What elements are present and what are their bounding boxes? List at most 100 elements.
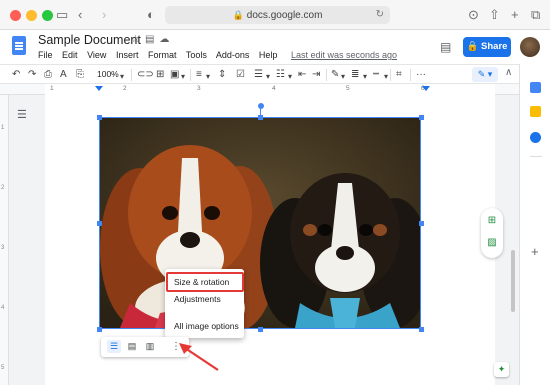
wrap-text-icon[interactable]: ▤ bbox=[125, 340, 139, 353]
keep-icon[interactable] bbox=[530, 106, 541, 117]
horizontal-ruler: 1 2 3 4 5 6 bbox=[0, 84, 519, 95]
docs-logo-icon[interactable] bbox=[12, 36, 26, 55]
editing-mode-button[interactable]: ✎ ▾ bbox=[472, 67, 498, 82]
zoom-window-button[interactable] bbox=[42, 10, 53, 21]
resize-handle-left[interactable] bbox=[97, 221, 102, 226]
border-color-chevron-icon[interactable]: ▾ bbox=[341, 70, 345, 84]
spellcheck-icon[interactable]: A bbox=[60, 68, 67, 82]
collapse-menus-icon[interactable]: ∧ bbox=[505, 67, 512, 78]
more-options-icon[interactable]: ··· bbox=[416, 68, 426, 82]
add-comment-float-icon[interactable]: ⊞ bbox=[486, 215, 498, 226]
vruler-tick: 1 bbox=[1, 125, 5, 131]
download-icon[interactable]: ⊙ bbox=[468, 7, 479, 23]
resize-handle-top-left[interactable] bbox=[97, 115, 102, 120]
resize-handle-top-right[interactable] bbox=[419, 115, 424, 120]
insert-image-icon[interactable]: ▣ bbox=[170, 68, 179, 82]
move-folder-icon[interactable]: ▤ bbox=[145, 34, 159, 45]
ruler-tick: 4 bbox=[272, 85, 276, 92]
zoom-select[interactable]: 100% bbox=[97, 69, 119, 79]
avatar[interactable] bbox=[520, 37, 540, 57]
menu-item-all-image-options[interactable]: All image options bbox=[165, 318, 244, 334]
numbered-list-icon[interactable]: ☷ bbox=[276, 68, 285, 82]
forward-icon[interactable]: › bbox=[102, 7, 106, 23]
redo-icon[interactable]: ↷ bbox=[28, 68, 36, 82]
checklist-icon[interactable]: ☑ bbox=[236, 68, 245, 82]
border-color-icon[interactable]: ✎ bbox=[331, 68, 339, 82]
inline-wrap-icon[interactable]: ☰ bbox=[107, 340, 121, 353]
suggest-edits-float-icon[interactable]: ▨ bbox=[486, 237, 498, 248]
tabs-overview-icon[interactable]: ⧉ bbox=[531, 7, 540, 23]
menu-edit[interactable]: Edit bbox=[62, 50, 78, 60]
menu-tools[interactable]: Tools bbox=[186, 50, 207, 60]
toolbar-divider bbox=[190, 69, 191, 81]
star-icon[interactable]: ☆ bbox=[131, 34, 145, 45]
menu-view[interactable]: View bbox=[87, 50, 106, 60]
close-window-button[interactable] bbox=[10, 10, 21, 21]
selected-image[interactable] bbox=[99, 117, 421, 329]
crop-icon[interactable]: ⌗ bbox=[396, 68, 402, 82]
align-icon[interactable]: ≡ bbox=[196, 68, 202, 82]
new-tab-icon[interactable]: + bbox=[511, 7, 519, 23]
resize-handle-top[interactable] bbox=[258, 115, 263, 120]
title-icons: ☆▤☁ bbox=[131, 34, 174, 45]
menu-help[interactable]: Help bbox=[259, 50, 278, 60]
toolbar-divider bbox=[131, 69, 132, 81]
align-chevron-down-icon[interactable]: ▾ bbox=[206, 70, 210, 84]
annotation-arrow bbox=[179, 343, 219, 371]
shield-icon[interactable]: ◐ bbox=[147, 7, 155, 23]
paint-format-icon[interactable]: ⎘ bbox=[76, 68, 84, 82]
last-edit-link[interactable]: Last edit was seconds ago bbox=[291, 50, 397, 60]
decrease-indent-icon[interactable]: ⇤ bbox=[298, 68, 306, 82]
increase-indent-icon[interactable]: ⇥ bbox=[312, 68, 320, 82]
floating-actions: ⊞ ▨ bbox=[481, 208, 503, 258]
bulleted-list-icon[interactable]: ☰ bbox=[254, 68, 263, 82]
vruler-tick: 3 bbox=[1, 245, 5, 251]
minimize-window-button[interactable] bbox=[26, 10, 37, 21]
vruler-tick: 4 bbox=[1, 305, 5, 311]
left-indent-marker[interactable] bbox=[95, 86, 103, 91]
border-weight-icon[interactable]: ≣ bbox=[351, 68, 359, 82]
break-text-icon[interactable]: ▥ bbox=[143, 340, 157, 353]
resize-handle-right[interactable] bbox=[419, 221, 424, 226]
document-title[interactable]: Sample Document bbox=[38, 33, 141, 47]
lock-share-icon: 🔒 bbox=[466, 41, 479, 52]
resize-handle-bottom[interactable] bbox=[258, 327, 263, 332]
explore-icon[interactable]: ✦ bbox=[494, 362, 509, 377]
zoom-chevron-down-icon[interactable]: ▾ bbox=[120, 70, 124, 84]
comments-icon[interactable]: ▤ bbox=[440, 40, 451, 54]
address-bar[interactable]: 🔒 docs.google.com ↻ bbox=[165, 6, 390, 24]
add-comment-icon[interactable]: ⊞ bbox=[156, 68, 164, 82]
menu-item-adjustments[interactable]: Adjustments bbox=[165, 291, 244, 307]
menu-file[interactable]: File bbox=[38, 50, 53, 60]
image-chevron-down-icon[interactable]: ▾ bbox=[181, 70, 185, 84]
docs-header: Sample Document ☆▤☁ File Edit View Inser… bbox=[0, 30, 550, 64]
tasks-icon[interactable] bbox=[530, 132, 541, 143]
resize-handle-bottom-left[interactable] bbox=[97, 327, 102, 332]
resize-handle-bottom-right[interactable] bbox=[419, 327, 424, 332]
back-icon[interactable]: ‹ bbox=[78, 7, 82, 23]
calendar-icon[interactable] bbox=[530, 82, 541, 93]
border-weight-chevron-icon[interactable]: ▾ bbox=[363, 70, 367, 84]
right-indent-marker[interactable] bbox=[422, 86, 430, 91]
print-icon[interactable]: ⎙ bbox=[44, 68, 52, 82]
link-icon[interactable]: ⊂⊃ bbox=[137, 68, 154, 82]
sidebar-toggle-icon[interactable]: ▭ bbox=[56, 7, 68, 23]
menu-addons[interactable]: Add-ons bbox=[216, 50, 250, 60]
reload-icon[interactable]: ↻ bbox=[376, 6, 384, 24]
vertical-scrollbar[interactable] bbox=[511, 250, 515, 312]
border-dash-icon[interactable]: ┅ bbox=[373, 68, 379, 82]
rotation-handle[interactable] bbox=[258, 103, 264, 109]
undo-icon[interactable]: ↶ bbox=[12, 68, 20, 82]
toolbar-divider bbox=[326, 69, 327, 81]
cloud-saved-icon[interactable]: ☁ bbox=[159, 34, 174, 45]
share-button[interactable]: 🔒 Share bbox=[463, 37, 511, 57]
document-outline-icon[interactable]: ☰ bbox=[17, 108, 27, 121]
border-dash-chevron-icon[interactable]: ▾ bbox=[384, 70, 388, 84]
get-addons-icon[interactable]: + bbox=[531, 244, 539, 259]
share-browser-icon[interactable]: ⇧ bbox=[489, 7, 500, 23]
line-spacing-icon[interactable]: ⇕ bbox=[218, 68, 226, 82]
numbered-chevron-down-icon[interactable]: ▾ bbox=[288, 70, 292, 84]
menu-insert[interactable]: Insert bbox=[116, 50, 139, 60]
menu-format[interactable]: Format bbox=[148, 50, 177, 60]
bullet-chevron-down-icon[interactable]: ▾ bbox=[266, 70, 270, 84]
